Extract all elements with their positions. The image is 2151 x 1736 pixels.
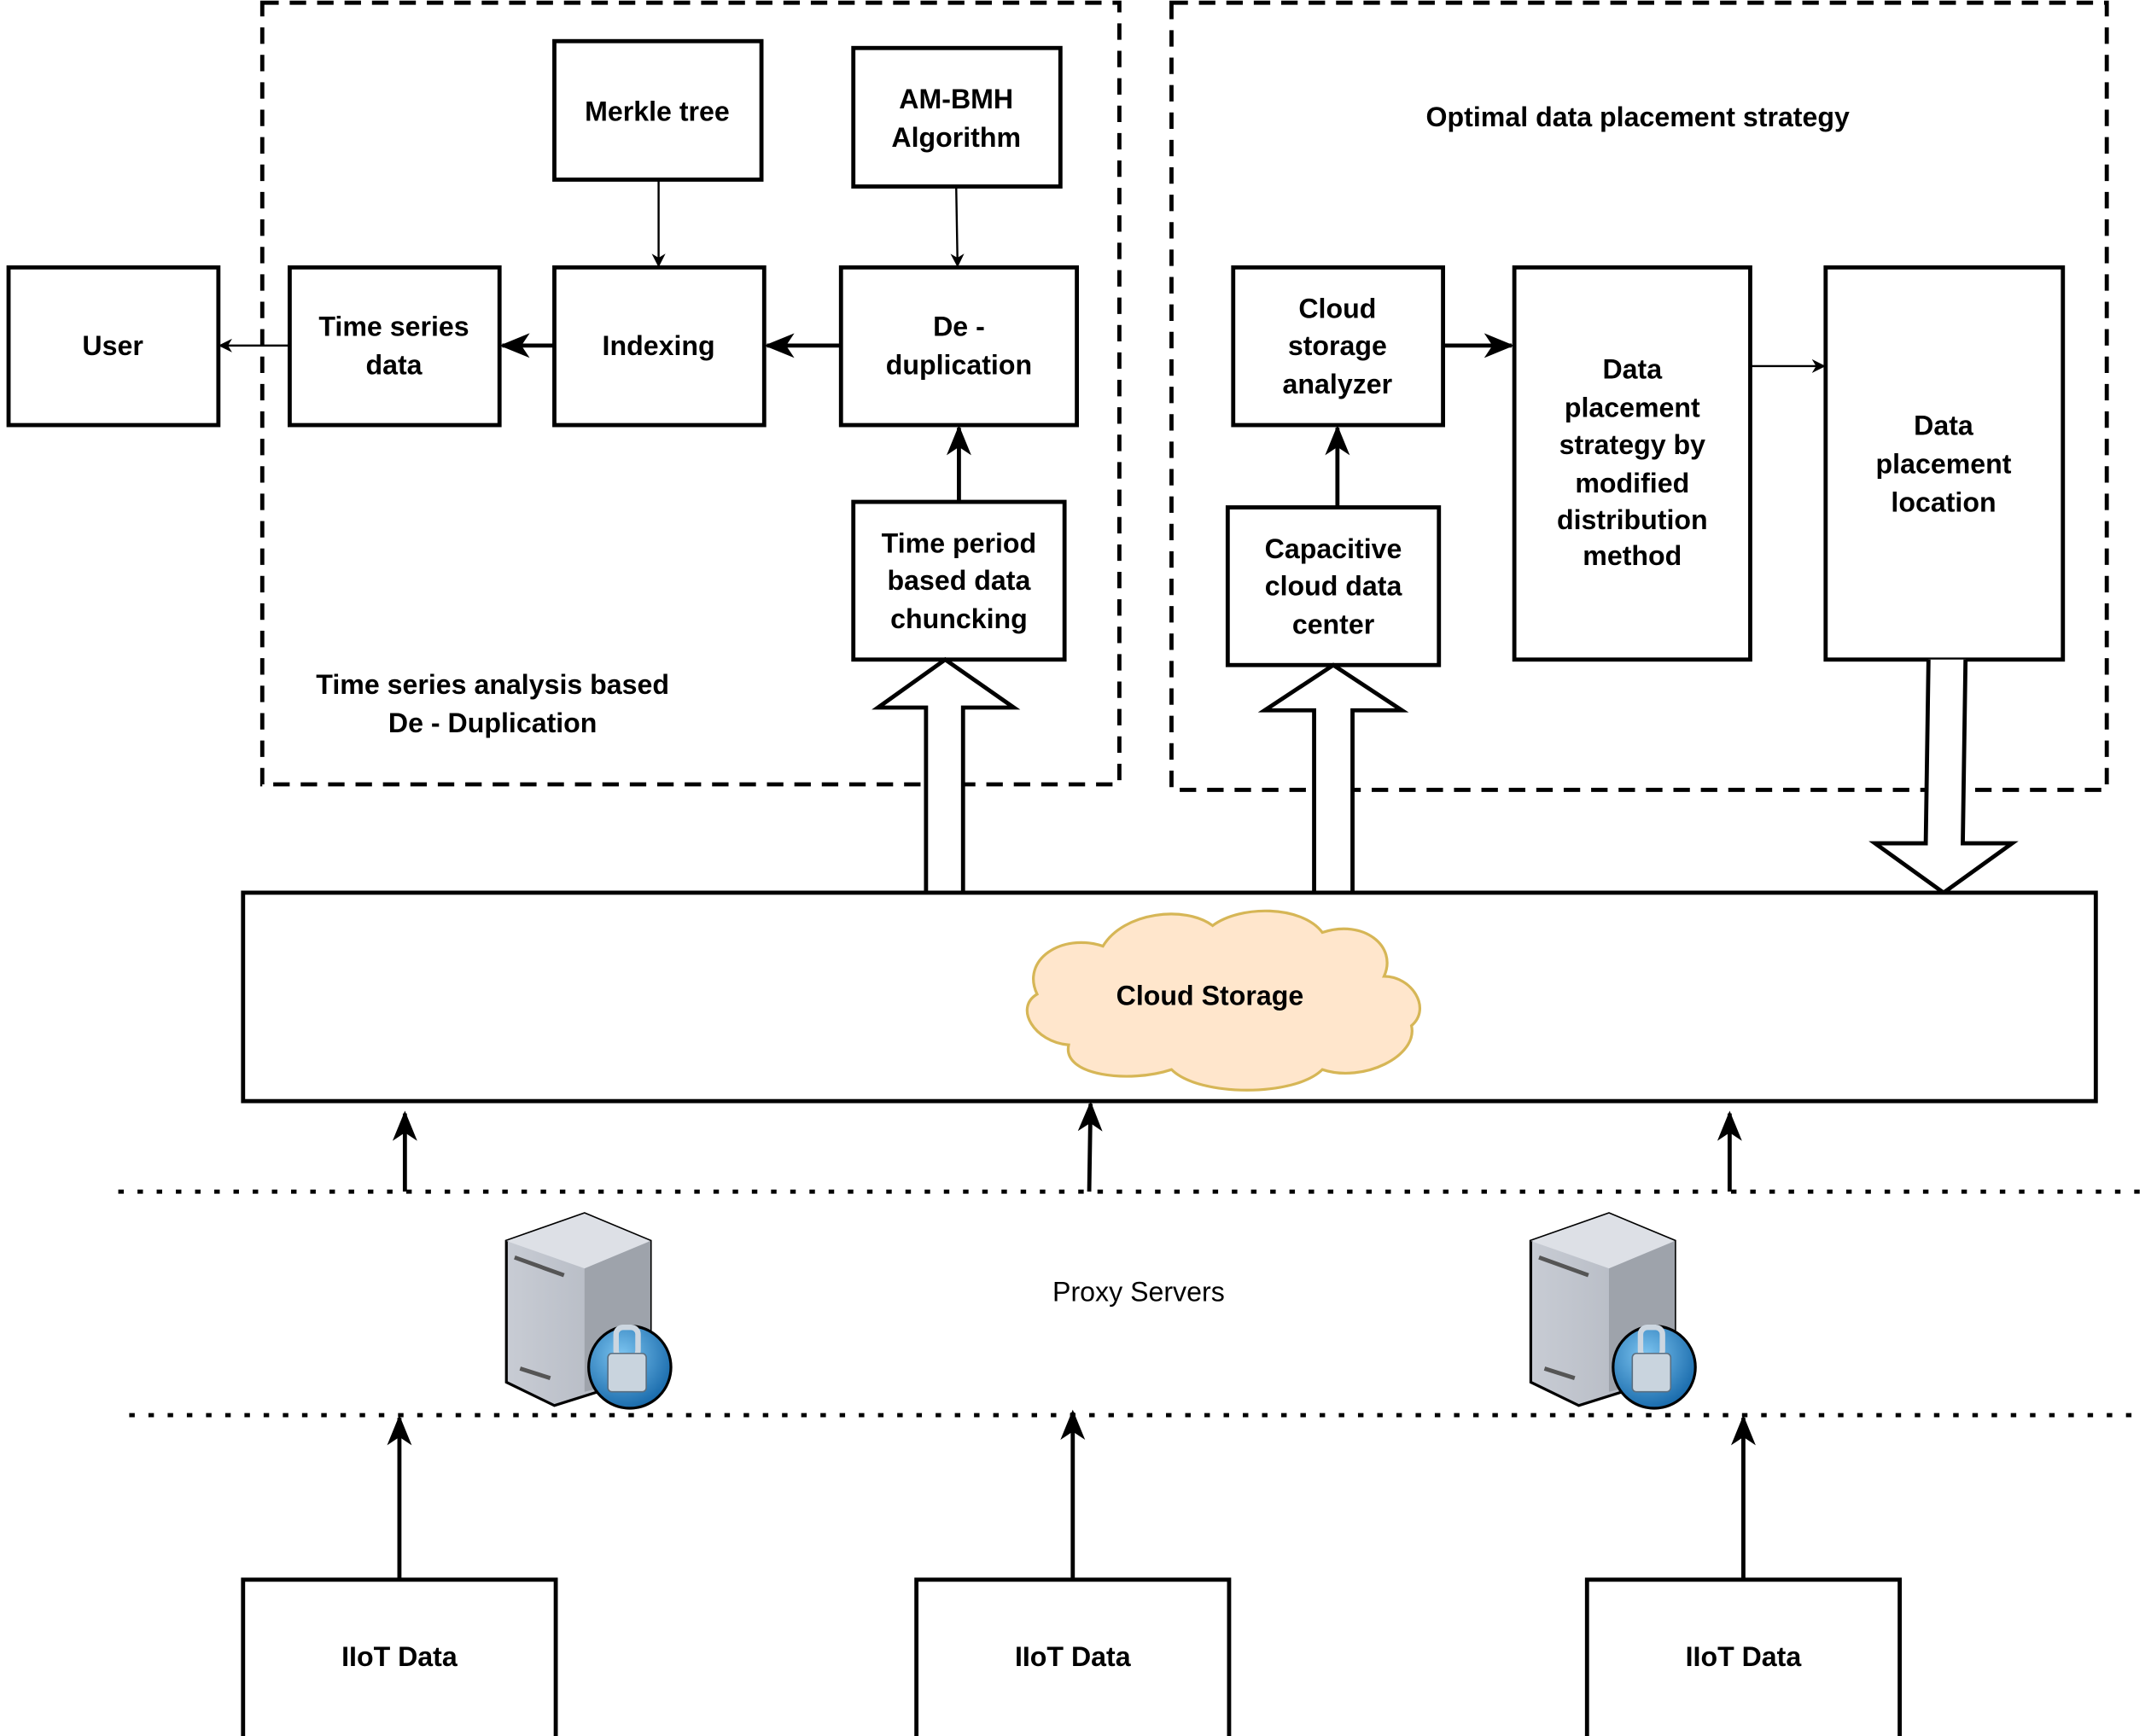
svg-text:IIoT Data: IIoT Data: [1015, 1641, 1132, 1672]
am-bmh-node: AM-BMH Algorithm: [851, 45, 1063, 189]
placement-group-title: Optimal data placement strategy: [1426, 102, 1850, 132]
svg-text:distribution: distribution: [1557, 504, 1708, 535]
iiot-data-node: IIoT Data: [1584, 1577, 1902, 1736]
svg-text:User: User: [82, 330, 143, 361]
svg-text:duplication: duplication: [886, 350, 1032, 381]
server-lock-icon: [504, 1212, 673, 1410]
hollow-arrow-to-capacitive: [1257, 662, 1409, 893]
svg-text:IIoT Data: IIoT Data: [1686, 1641, 1803, 1672]
svg-text:Time period: Time period: [882, 527, 1037, 558]
svg-text:location: location: [1891, 486, 1996, 517]
cloud-storage-label: Cloud Storage: [1116, 981, 1304, 1011]
indexing-node: Indexing: [552, 265, 767, 428]
svg-text:AM-BMH: AM-BMH: [899, 84, 1013, 114]
dedup-group-title-2: De - Duplication: [388, 708, 598, 738]
svg-text:Algorithm: Algorithm: [891, 122, 1021, 153]
deduplication-node: De - duplication: [838, 265, 1080, 428]
arrow-proxy-to-cloud-2: [1077, 1101, 1103, 1192]
server-lock-icon: [1529, 1212, 1697, 1410]
proxy-servers-label: Proxy Servers: [1052, 1277, 1225, 1308]
hollow-arrow-to-chunking: [871, 656, 1021, 893]
svg-text:cloud data: cloud data: [1265, 570, 1403, 601]
capacitive-center-node: Capacitive cloud data center: [1225, 505, 1442, 667]
svg-text:center: center: [1292, 609, 1375, 639]
svg-text:Indexing: Indexing: [603, 330, 715, 361]
svg-text:Data: Data: [1914, 410, 1974, 440]
svg-text:data: data: [365, 350, 423, 381]
svg-text:Capacitive: Capacitive: [1265, 533, 1402, 564]
svg-text:strategy by: strategy by: [1559, 429, 1706, 460]
svg-text:chuncking: chuncking: [890, 603, 1028, 634]
iiot-data-node: IIoT Data: [241, 1577, 558, 1736]
svg-text:placement: placement: [1565, 392, 1700, 422]
merkle-tree-node: Merkle tree: [552, 38, 764, 182]
chunking-node: Time period based data chuncking: [851, 499, 1067, 662]
svg-text:method: method: [1583, 540, 1682, 571]
svg-text:based data: based data: [888, 565, 1032, 596]
placement-location-node: Data placement location: [1823, 265, 2066, 662]
svg-text:IIoT Data: IIoT Data: [341, 1641, 458, 1672]
svg-text:Cloud: Cloud: [1298, 294, 1376, 324]
svg-text:Data: Data: [1602, 353, 1663, 384]
svg-text:placement: placement: [1876, 448, 2012, 479]
architecture-diagram: Time series analysis based De - Duplicat…: [6, 0, 2146, 1736]
svg-text:Merkle tree: Merkle tree: [585, 96, 730, 126]
iiot-data-node: IIoT Data: [914, 1577, 1232, 1736]
user-node: User: [6, 265, 221, 428]
cloud-storage-analyzer-node: Cloud storage analyzer: [1231, 265, 1445, 428]
time-series-data-node: Time series data: [287, 265, 502, 428]
svg-text:Time series: Time series: [318, 312, 469, 342]
dedup-group-title: Time series analysis based: [316, 669, 669, 700]
svg-text:storage: storage: [1288, 330, 1387, 361]
svg-text:De -: De -: [933, 312, 985, 342]
svg-text:modified: modified: [1575, 468, 1689, 498]
svg-text:analyzer: analyzer: [1283, 369, 1393, 399]
placement-strategy-node: Data placement strategy by modified dist…: [1512, 265, 1752, 662]
hollow-arrow-to-cloud-storage: [1868, 659, 2019, 895]
arrow-ambmh-to-dedup: [950, 186, 965, 268]
